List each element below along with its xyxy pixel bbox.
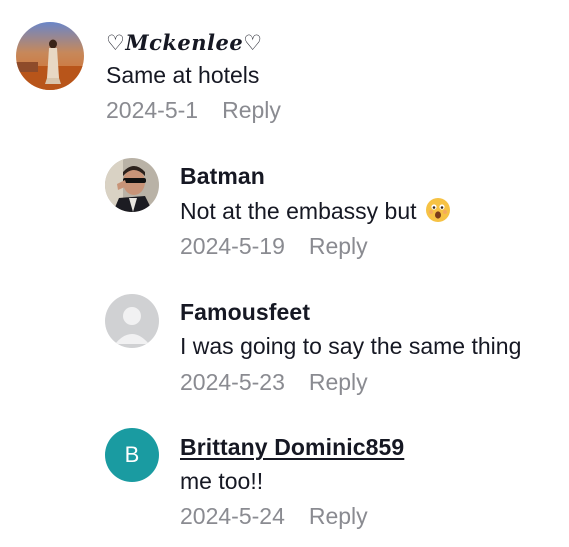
comment-username[interactable]: ♡𝑴𝒄𝒌𝒆𝒏𝒍𝒆𝒆♡	[106, 30, 263, 55]
comment-date: 2024-5-23	[180, 369, 285, 395]
hushed-face-emoji-icon	[425, 197, 451, 229]
comment-username[interactable]: Batman	[180, 163, 265, 190]
default-person-icon	[105, 294, 159, 348]
reply-button[interactable]: Reply	[309, 369, 368, 395]
comment-text: I was going to say the same thing	[180, 333, 522, 359]
avatar-photo-icon	[16, 22, 84, 90]
avatar[interactable]	[16, 22, 84, 90]
comment-username[interactable]: Famousfeet	[180, 299, 310, 326]
reply-button[interactable]: Reply	[309, 503, 368, 529]
avatar-photo-icon	[105, 158, 159, 212]
comment-meta: 2024-5-24 Reply	[180, 503, 368, 530]
reply-button[interactable]: Reply	[309, 233, 368, 259]
comment-meta: 2024-5-23 Reply	[180, 369, 368, 396]
comment-meta: 2024-5-1 Reply	[106, 97, 281, 124]
comment-date: 2024-5-24	[180, 503, 285, 529]
comment-text-content: Not at the embassy but	[180, 198, 417, 225]
avatar[interactable]	[105, 158, 159, 212]
comment-date: 2024-5-19	[180, 233, 285, 259]
comment-text: me too!!	[180, 468, 264, 494]
comment-username[interactable]: Brittany Dominic859	[180, 434, 404, 461]
avatar[interactable]	[105, 294, 159, 348]
comment-date: 2024-5-1	[106, 97, 199, 123]
comment-meta: 2024-5-19 Reply	[180, 233, 368, 260]
avatar-letter: B	[124, 442, 140, 467]
avatar[interactable]: B	[105, 428, 159, 482]
comment-text: Not at the embassy but	[180, 197, 451, 229]
reply-button[interactable]: Reply	[222, 97, 281, 123]
comment-text: Same at hotels	[106, 62, 260, 88]
